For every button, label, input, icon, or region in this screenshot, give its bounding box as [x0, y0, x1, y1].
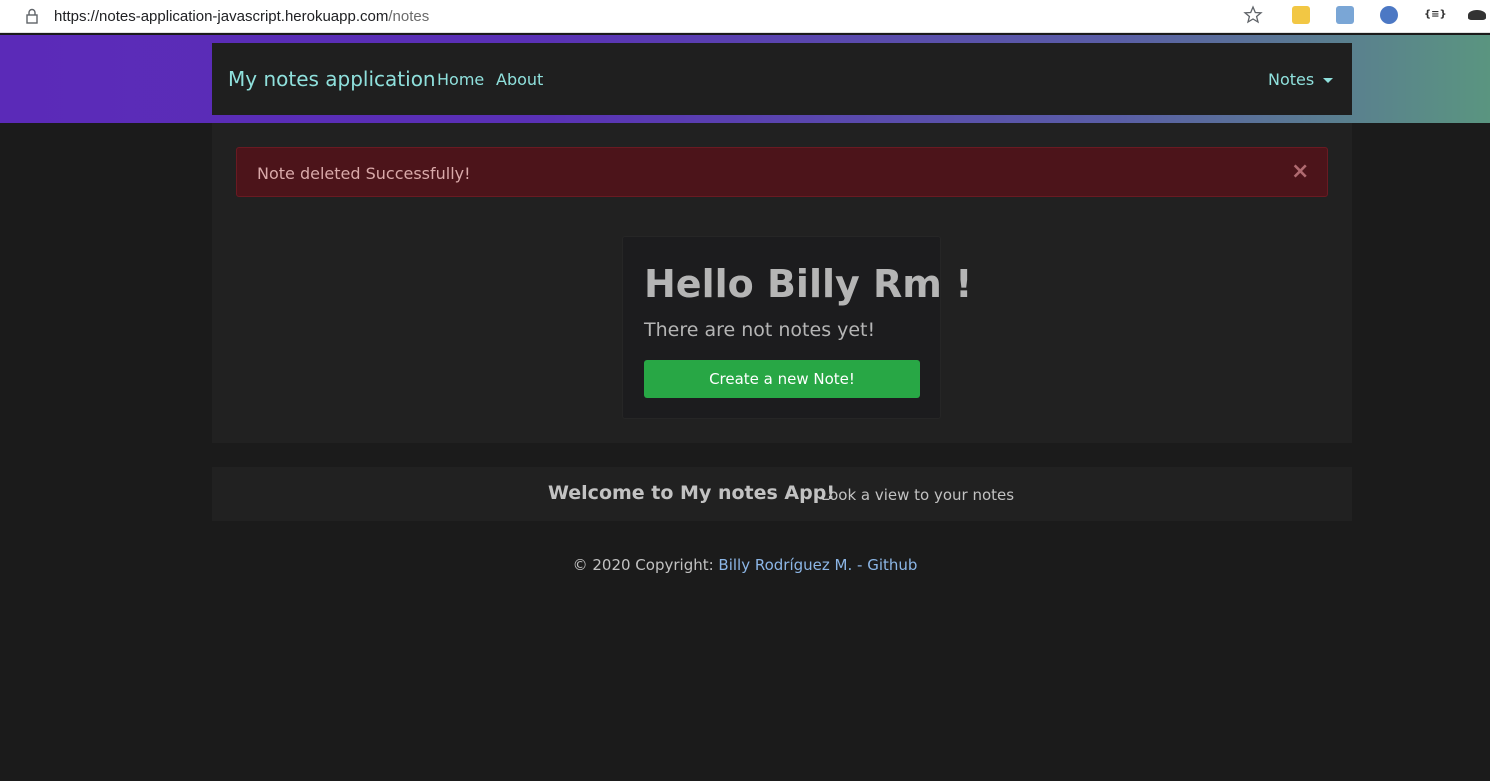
url-host: https://notes-application-javascript.her… — [54, 8, 389, 25]
url-path: /notes — [388, 8, 430, 25]
welcome-subtitle: Look a view to your notes — [821, 486, 1015, 504]
compass-extension-icon[interactable] — [1380, 6, 1398, 24]
page-footer: © 2020 Copyright: Billy Rodríguez M. - G… — [0, 556, 1490, 574]
close-icon[interactable]: × — [1291, 161, 1309, 183]
caret-down-icon[interactable] — [1323, 78, 1333, 83]
main-container: Note deleted Successfully! × Hello Billy… — [212, 123, 1352, 443]
json-extension-icon[interactable]: {≡} — [1424, 6, 1447, 24]
translate-image-extension-icon[interactable] — [1336, 6, 1354, 24]
lock-icon[interactable] — [25, 8, 39, 24]
welcome-title: Welcome to My notes App! — [548, 482, 835, 504]
alert-message: Note deleted Successfully! — [257, 164, 471, 183]
greeting-title: Hello Billy Rm ! — [644, 262, 973, 306]
nav-home-link[interactable]: Home — [437, 70, 484, 89]
translate-extension-icon[interactable] — [1292, 6, 1310, 24]
greeting-card: Hello Billy Rm ! There are not notes yet… — [622, 236, 972, 419]
nav-about-link[interactable]: About — [496, 70, 543, 89]
top-navbar: My notes application Home About Notes — [212, 43, 1352, 115]
author-github-link[interactable]: Billy Rodríguez M. - Github — [718, 556, 917, 574]
bookmark-star-icon[interactable] — [1243, 5, 1263, 25]
url-box[interactable]: https://notes-application-javascript.her… — [10, 2, 1274, 30]
welcome-bar: Welcome to My notes App! Look a view to … — [212, 467, 1352, 521]
notes-dropdown-toggle[interactable]: Notes — [1268, 70, 1314, 89]
create-note-button[interactable]: Create a new Note! — [644, 360, 920, 398]
empty-notes-message: There are not notes yet! — [644, 319, 876, 341]
hat-extension-icon[interactable] — [1468, 10, 1486, 20]
browser-address-bar: https://notes-application-javascript.her… — [0, 0, 1490, 33]
url-text[interactable]: https://notes-application-javascript.her… — [54, 8, 429, 25]
success-alert: Note deleted Successfully! × — [236, 147, 1328, 197]
brand-link[interactable]: My notes application — [228, 67, 436, 91]
copyright-text: © 2020 Copyright: — [572, 556, 719, 574]
